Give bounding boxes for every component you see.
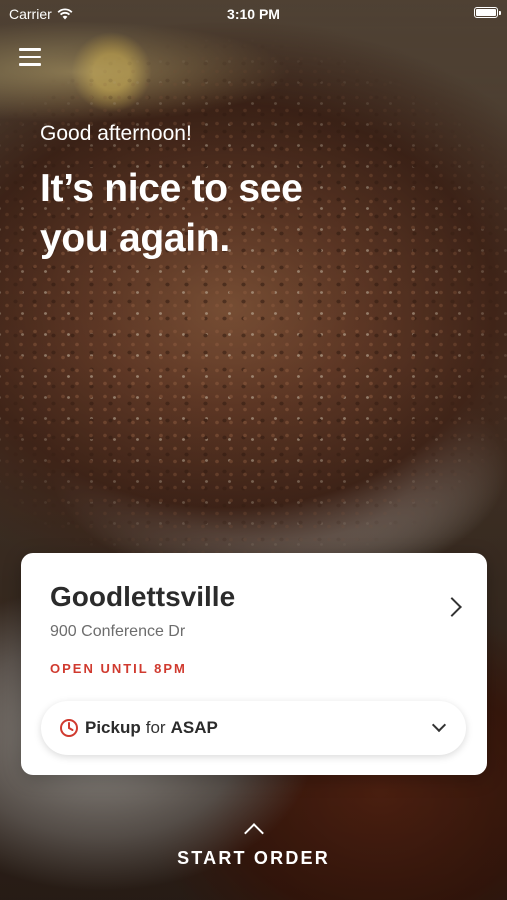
location-name: Goodlettsville (50, 581, 236, 612)
status-time: 3:10 PM (227, 6, 280, 22)
start-order-button[interactable]: START ORDER (0, 820, 507, 869)
greeting-text: Good afternoon! (40, 122, 192, 145)
start-order-label: START ORDER (177, 848, 330, 868)
chevron-right-icon[interactable] (442, 597, 462, 617)
chevron-down-icon (431, 717, 447, 733)
order-connector: for (145, 718, 166, 737)
welcome-headline: It’s nice to see you again. (40, 167, 303, 260)
order-time-label: ASAP (170, 718, 218, 737)
pickup-summary: Pickup for ASAP (85, 718, 218, 738)
location-hours: OPEN UNTIL 8PM (50, 661, 187, 676)
order-mode-label: Pickup (85, 718, 141, 737)
menu-icon[interactable] (19, 48, 41, 66)
status-bar: Carrier 3:10 PM (0, 0, 507, 28)
chevron-up-icon (243, 823, 264, 843)
location-card[interactable]: Goodlettsville 900 Conference Dr OPEN UN… (21, 553, 487, 775)
clock-icon (60, 719, 78, 737)
battery-icon (474, 7, 501, 18)
pickup-time-selector[interactable]: Pickup for ASAP (41, 701, 466, 755)
location-address: 900 Conference Dr (50, 623, 186, 640)
app-screen: Carrier 3:10 PM Good afternoon! It’s nic… (0, 0, 507, 900)
